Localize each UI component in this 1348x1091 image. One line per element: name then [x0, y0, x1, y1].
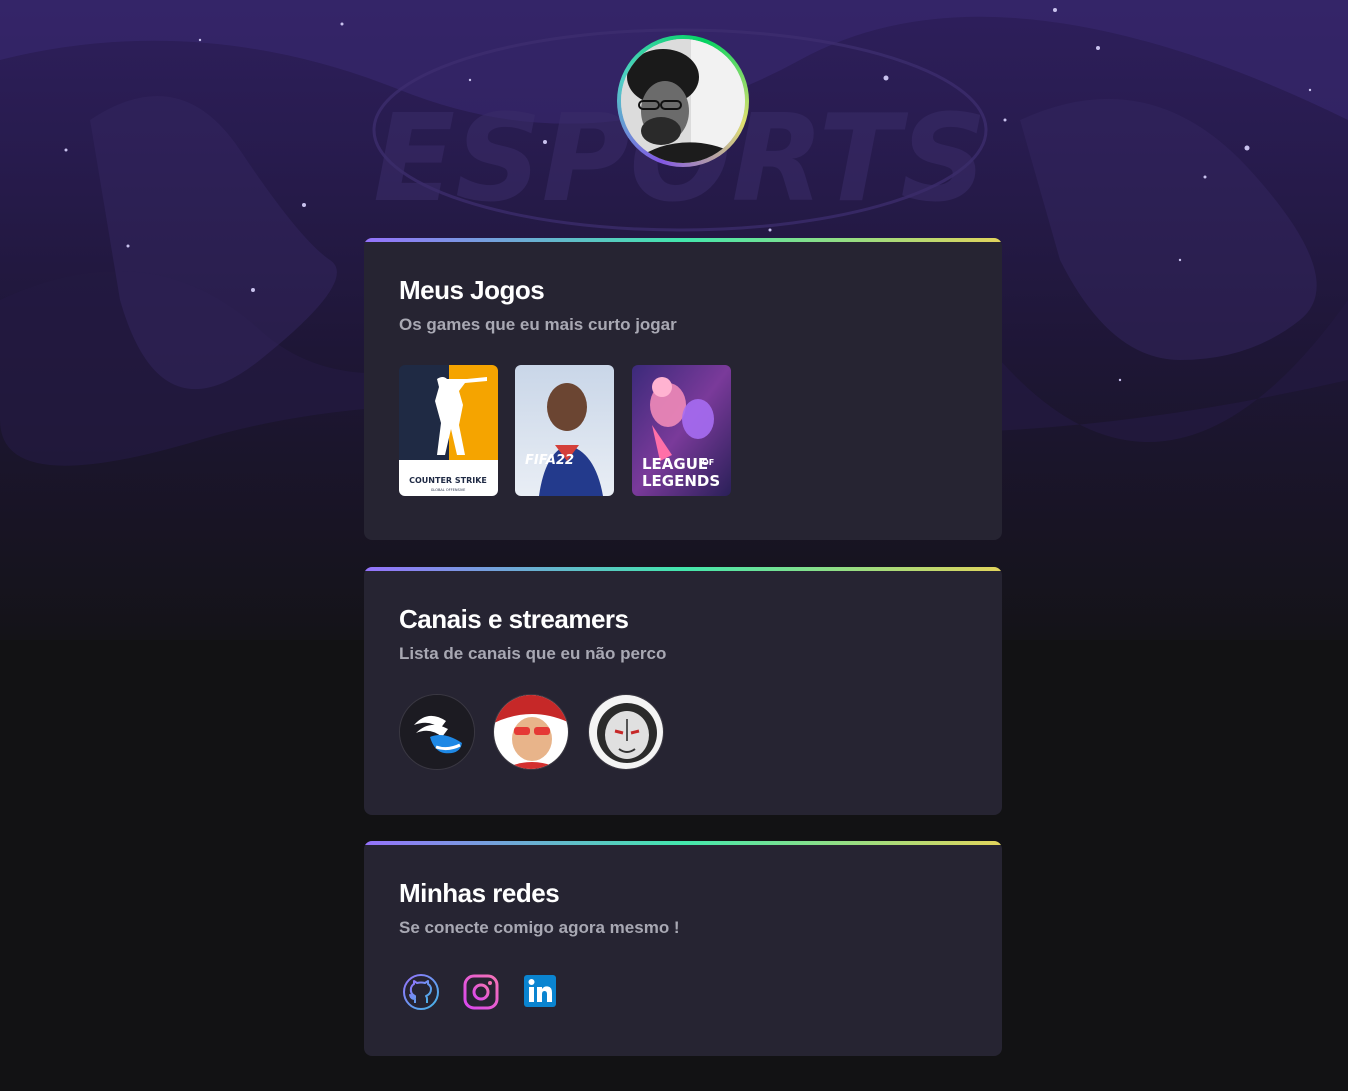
social-subtitle: Se conecte comigo agora mesmo !: [399, 918, 680, 937]
streamer-avatar-2[interactable]: [493, 694, 569, 770]
games-title: Meus Jogos: [399, 275, 545, 305]
avatar: [621, 39, 745, 163]
game-fifa-label: FIFA22: [525, 453, 574, 468]
game-lol-line2: LEGENDS: [642, 472, 720, 490]
social-title: Minhas redes: [399, 878, 560, 908]
game-cs-tag: GLOBAL OFFENSIVE: [431, 488, 466, 492]
streamers-title: Canais e streamers: [399, 604, 629, 634]
instagram-icon[interactable]: [462, 973, 499, 1010]
linkedin-icon[interactable]: [522, 973, 558, 1009]
streamer-avatar-1[interactable]: [399, 694, 475, 770]
game-fifa22[interactable]: FIFA22: [515, 365, 614, 496]
streamer-avatar-3[interactable]: [588, 694, 664, 770]
game-counter-strike[interactable]: COUNTER STRIKE GLOBAL OFFENSIVE: [399, 365, 498, 496]
streamers-subtitle: Lista de canais que eu não perco: [399, 644, 667, 663]
profile-avatar: [617, 35, 749, 167]
games-card: Meus Jogos Os games que eu mais curto jo…: [364, 238, 1002, 540]
game-league-of-legends[interactable]: LEAGUE OF LEGENDS: [632, 365, 731, 496]
streamers-card: Canais e streamers Lista de canais que e…: [364, 567, 1002, 815]
game-lol-line1: LEAGUE: [642, 455, 708, 473]
game-lol-of: OF: [702, 458, 714, 467]
github-icon[interactable]: [402, 973, 439, 1010]
social-card: Minhas redes Se conecte comigo agora mes…: [364, 841, 1002, 1056]
games-subtitle: Os games que eu mais curto jogar: [399, 315, 677, 334]
game-cs-label: COUNTER STRIKE: [409, 476, 487, 485]
